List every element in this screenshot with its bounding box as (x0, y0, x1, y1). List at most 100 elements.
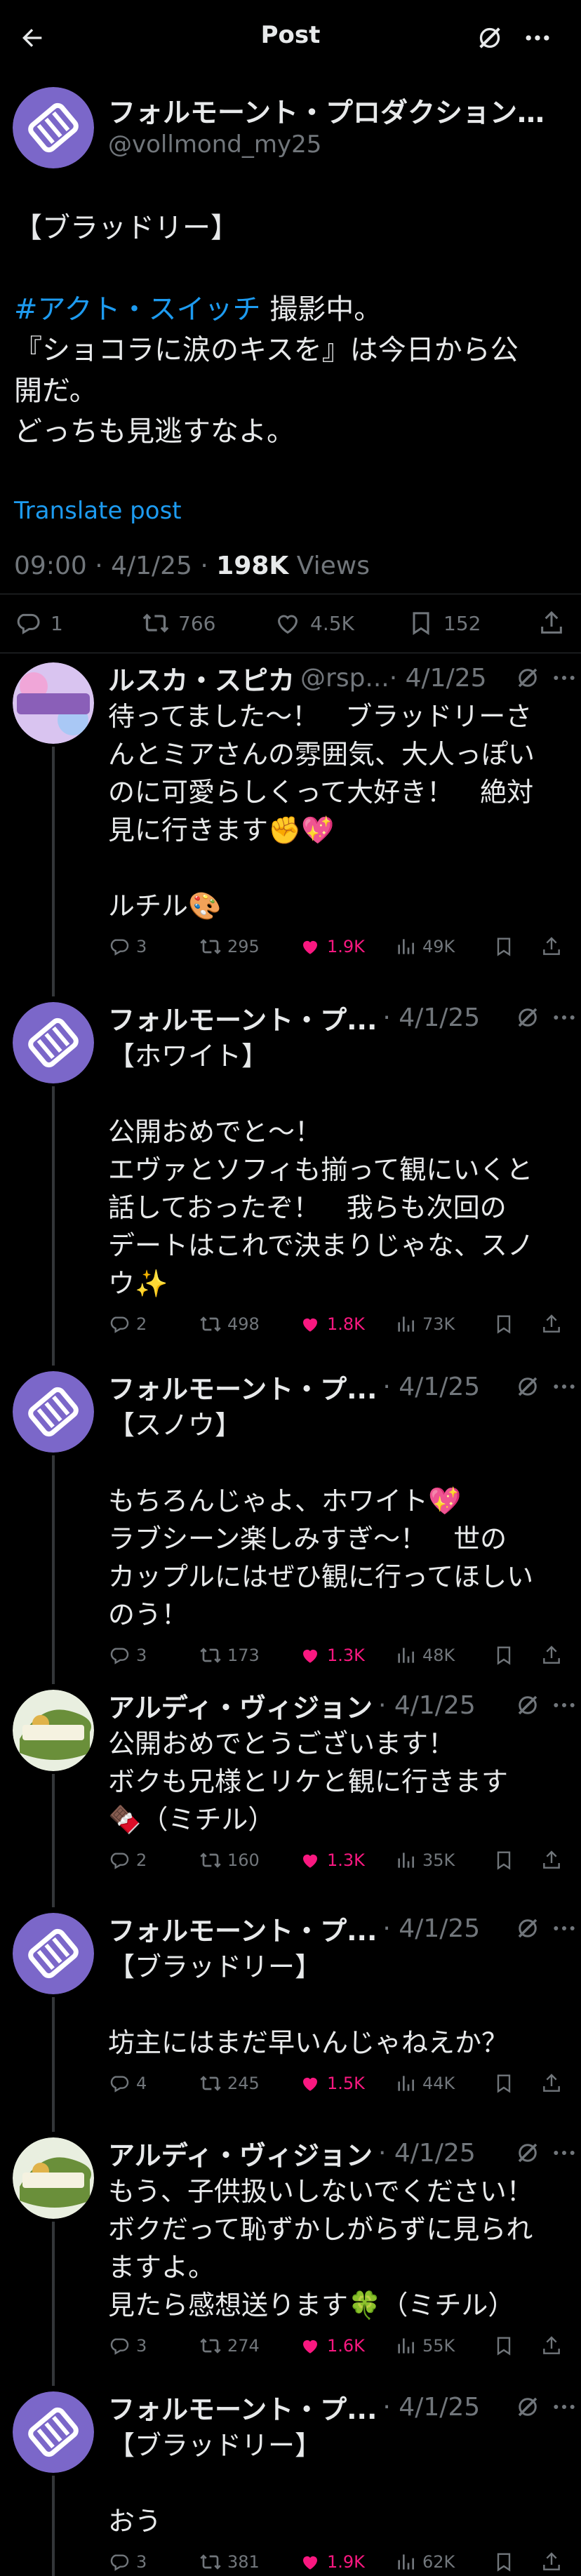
views-button[interactable]: 55K (394, 2328, 455, 2363)
repost-button[interactable]: 173 (199, 1638, 260, 1673)
views-button[interactable]: 35K (394, 1843, 455, 1878)
like-button[interactable]: 1.8K (299, 1307, 365, 1342)
post-time[interactable]: 09:00 · 4/1/25 · (14, 552, 216, 580)
more-options-button[interactable] (550, 1691, 578, 1719)
avatar[interactable] (13, 2391, 94, 2473)
hashtag-link[interactable]: #アクト・スイッチ (14, 293, 261, 326)
reply-author-name[interactable]: フォルモーント・プ... (108, 2388, 377, 2427)
grok-button[interactable] (515, 1005, 540, 1030)
reply-button[interactable]: 4 (108, 2066, 147, 2101)
reply-post[interactable]: フォルモーント・プ... · 4/1/25 【ブラッドリー】 坊主にはまだ早いんじゃね… (0, 1907, 581, 2132)
views-button[interactable]: 44K (394, 2066, 455, 2101)
reply-post[interactable]: フォルモーント・プ... · 4/1/25 【ブラッドリー】 おう 3 381 1.9K 62… (0, 2386, 581, 2576)
avatar[interactable] (13, 2137, 94, 2219)
like-button[interactable]: 1.9K (299, 2544, 365, 2576)
author-handle[interactable]: @vollmond_my25 (108, 131, 321, 159)
more-options-button[interactable] (550, 2139, 578, 2167)
reply-date[interactable]: · 4/1/25 (382, 1914, 480, 1943)
like-button[interactable]: 1.6K (299, 2328, 365, 2363)
like-button[interactable]: 1.3K (299, 1843, 365, 1878)
like-button[interactable]: 1.5K (299, 2066, 365, 2101)
repost-button[interactable]: 766 (142, 601, 215, 646)
share-button[interactable] (540, 2066, 563, 2101)
reply-post[interactable]: フォルモーント・プ... · 4/1/25 【スノウ】 もちろんじゃよ、ホワイト💖 ラブ… (0, 1366, 581, 1684)
reply-button[interactable]: 3 (108, 2328, 147, 2363)
reply-post[interactable]: アルディ・ヴィジョン · 4/1/25 公開おめでとうございます！ ボクも兄様とリケと… (0, 1684, 581, 1907)
avatar[interactable] (13, 662, 94, 744)
like-button[interactable]: 1.3K (299, 1638, 365, 1673)
more-options-button[interactable] (518, 20, 557, 56)
reply-date[interactable]: · 4/1/25 (382, 2393, 480, 2422)
avatar[interactable] (13, 1371, 94, 1453)
like-button[interactable]: 1.9K (299, 929, 365, 964)
grok-button[interactable] (472, 20, 508, 56)
like-button[interactable]: 4.5K (274, 601, 354, 646)
bookmark-button[interactable] (493, 1307, 515, 1342)
reply-button[interactable]: 3 (108, 1638, 147, 1673)
more-options-button[interactable] (550, 1914, 578, 1942)
views-button[interactable]: 62K (394, 2544, 455, 2576)
grok-button[interactable] (515, 2394, 540, 2420)
reply-post[interactable]: ルスカ・スピカ @rsp... · 4/1/25 待ってました〜！ ブラッドリーさ んと… (0, 657, 581, 996)
repost-button[interactable]: 245 (199, 2066, 260, 2101)
reply-author-name[interactable]: フォルモーント・プ... (108, 999, 377, 1037)
share-button[interactable] (540, 1843, 563, 1878)
reply-author-name[interactable]: アルディ・ヴィジョン (108, 1686, 373, 1725)
repost-button[interactable]: 498 (199, 1307, 260, 1342)
avatar[interactable] (13, 87, 94, 168)
reply-author-name[interactable]: フォルモーント・プ... (108, 1909, 377, 1948)
reply-date[interactable]: · 4/1/25 (382, 1373, 480, 1401)
bookmark-button[interactable] (493, 2328, 515, 2363)
share-button[interactable] (540, 2544, 563, 2576)
avatar[interactable] (13, 1690, 94, 1771)
translate-post-link[interactable]: Translate post (14, 497, 182, 525)
reply-date[interactable]: · 4/1/25 (378, 1691, 476, 1720)
reply-button[interactable]: 3 (108, 929, 147, 964)
reply-button[interactable]: 2 (108, 1843, 147, 1878)
reply-author-handle[interactable]: @rsp... (300, 664, 389, 693)
bookmark-button[interactable] (493, 1638, 515, 1673)
reply-author-name[interactable]: フォルモーント・プ... (108, 1368, 377, 1406)
grok-button[interactable] (515, 2140, 540, 2165)
bookmark-button[interactable]: 152 (407, 601, 481, 646)
reply-text: 【ブラッドリー】 おう (108, 2427, 571, 2540)
repost-button[interactable]: 381 (199, 2544, 260, 2576)
reply-date[interactable]: · 4/1/25 (382, 1003, 480, 1032)
share-button[interactable] (540, 1307, 563, 1342)
views-button[interactable]: 48K (394, 1638, 455, 1673)
share-button[interactable] (537, 601, 566, 646)
repost-button[interactable]: 160 (199, 1843, 260, 1878)
more-options-button[interactable] (550, 1373, 578, 1401)
author-name[interactable]: フォルモーント・プロダクション… (108, 91, 557, 131)
reply-post[interactable]: フォルモーント・プ... · 4/1/25 【ホワイト】 公開おめでと〜！ エヴァとソフ… (0, 996, 581, 1366)
views-button[interactable]: 73K (394, 1307, 455, 1342)
more-options-button[interactable] (550, 2393, 578, 2421)
reply-author-name[interactable]: ルスカ・スピカ (108, 659, 295, 698)
reply-bubble-icon (110, 2076, 129, 2093)
avatar[interactable] (13, 1913, 94, 1994)
more-options-button[interactable] (550, 664, 578, 692)
views-button[interactable]: 49K (394, 929, 455, 964)
share-button[interactable] (540, 929, 563, 964)
more-options-button[interactable] (550, 1003, 578, 1032)
reply-button[interactable]: 3 (108, 2544, 147, 2576)
reply-date[interactable]: · 4/1/25 (378, 2139, 476, 2168)
bookmark-button[interactable] (493, 2066, 515, 2101)
repost-button[interactable]: 295 (199, 929, 260, 964)
share-button[interactable] (540, 1638, 563, 1673)
reply-post[interactable]: アルディ・ヴィジョン · 4/1/25 もう、子供扱いしないでください！ ボクだって恥… (0, 2132, 581, 2386)
bookmark-button[interactable] (493, 2544, 515, 2576)
grok-button[interactable] (515, 1374, 540, 1399)
reply-button[interactable]: 2 (108, 1307, 147, 1342)
grok-button[interactable] (515, 1693, 540, 1718)
reply-author-name[interactable]: アルディ・ヴィジョン (108, 2134, 373, 2173)
bookmark-button[interactable] (493, 1843, 515, 1878)
avatar[interactable] (13, 1002, 94, 1083)
grok-button[interactable] (515, 1916, 540, 1941)
bookmark-button[interactable] (493, 929, 515, 964)
reply-date[interactable]: · 4/1/25 (389, 664, 487, 693)
grok-button[interactable] (515, 665, 540, 690)
repost-button[interactable]: 274 (199, 2328, 260, 2363)
share-button[interactable] (540, 2328, 563, 2363)
reply-button[interactable]: 1 (14, 601, 63, 646)
